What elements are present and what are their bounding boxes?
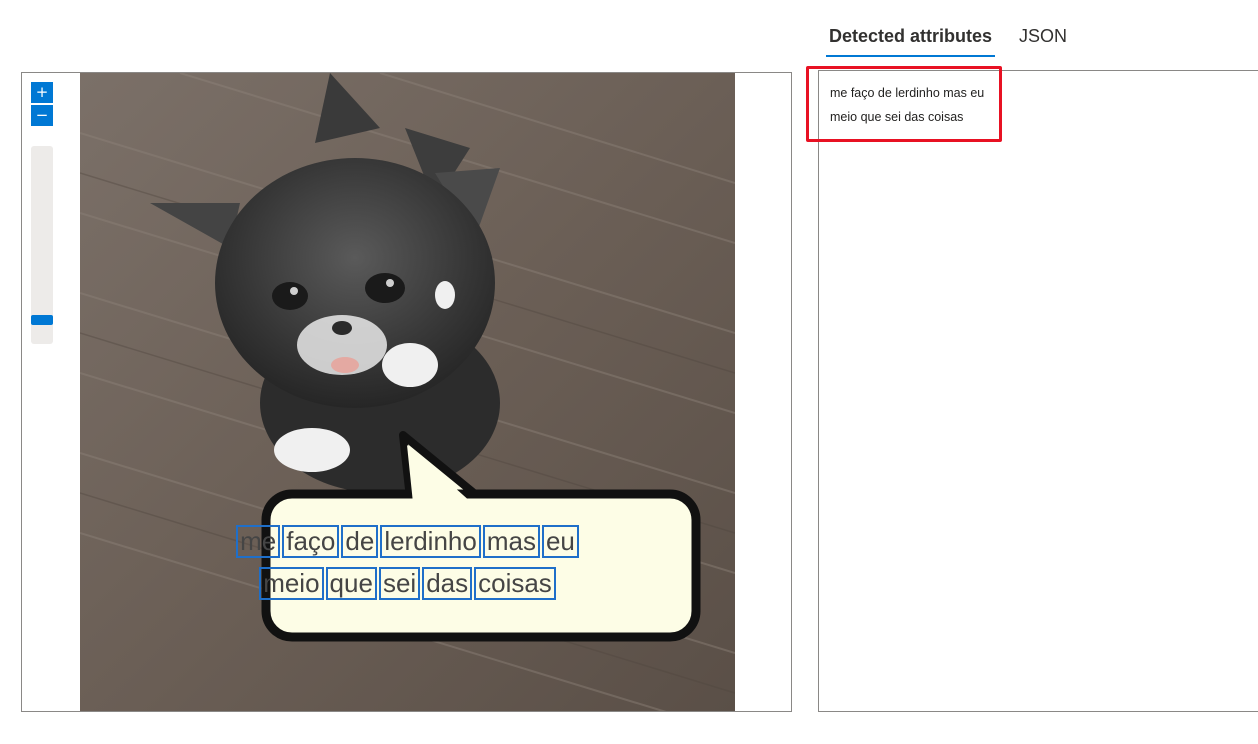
ocr-word-box: lerdinho: [380, 525, 481, 558]
ocr-line: me faço de lerdinho mas eu: [80, 525, 735, 558]
kitten-photo: [80, 73, 735, 711]
tab-json[interactable]: JSON: [1016, 22, 1070, 54]
tab-detected-attributes[interactable]: Detected attributes: [826, 22, 996, 57]
ocr-line: meio que sei das coisas: [80, 567, 735, 600]
zoom-slider[interactable]: [31, 146, 53, 344]
ocr-word-box: das: [422, 567, 473, 600]
ocr-word-box: faço: [282, 525, 340, 558]
ocr-word-box: eu: [541, 525, 579, 558]
ocr-word-box: que: [325, 567, 377, 600]
ocr-word-box: de: [341, 525, 379, 558]
detected-text: me faço de lerdinho mas eu meio que sei …: [830, 81, 984, 129]
zoom-out-button[interactable]: −: [31, 105, 53, 126]
zoom-slider-thumb[interactable]: [31, 315, 53, 325]
ocr-word-box: sei: [378, 567, 421, 600]
ocr-word-box: me: [236, 525, 281, 558]
ocr-word-box: coisas: [474, 567, 556, 600]
ocr-word-box: meio: [259, 567, 324, 600]
zoom-in-button[interactable]: +: [31, 82, 53, 103]
ocr-word-box: mas: [482, 525, 540, 558]
detected-text-line: me faço de lerdinho mas eu: [830, 86, 985, 100]
result-tabs: Detected attributes JSON: [826, 22, 1070, 58]
analyzed-image: me faço de lerdinho mas eu meio que sei …: [80, 73, 735, 711]
detected-attributes-panel: me faço de lerdinho mas eu meio que sei …: [818, 70, 1258, 712]
image-viewer: + − me faço de lerdinho mas eu meio que …: [21, 72, 792, 712]
detected-text-line: meio que sei das coisas: [830, 110, 964, 124]
